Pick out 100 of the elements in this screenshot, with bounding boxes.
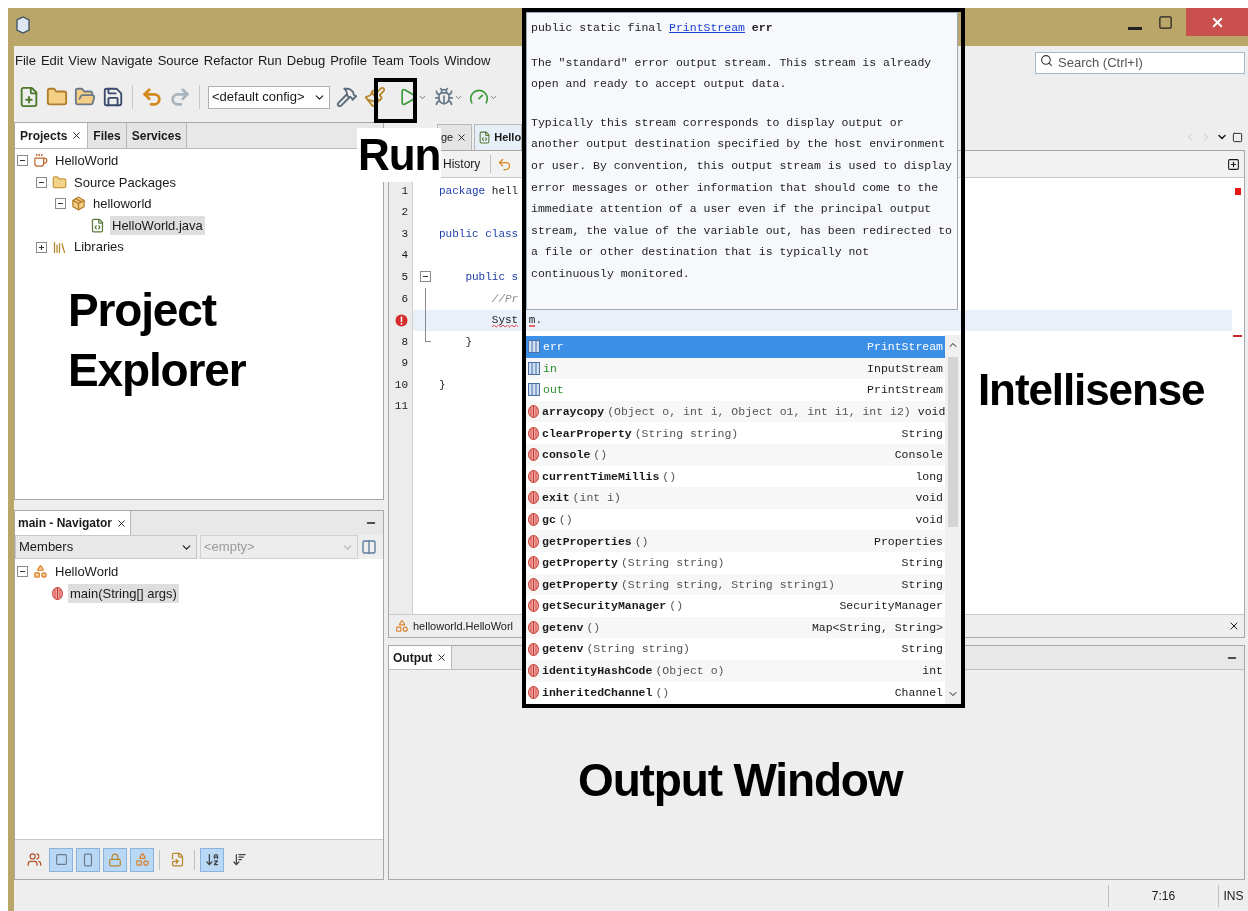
history-tab[interactable]: History: [439, 155, 485, 173]
sort-alphabetical-icon: [204, 852, 220, 867]
breadcrumb[interactable]: helloworld.HelloWorl: [413, 617, 514, 635]
sort-icon: [231, 852, 247, 867]
tree-item[interactable]: HelloWorld: [53, 562, 121, 582]
panel-tab[interactable]: Files: [88, 123, 127, 148]
menu-item[interactable]: Window: [444, 51, 491, 71]
back-icon[interactable]: [497, 156, 513, 172]
split-icon[interactable]: [1227, 157, 1240, 171]
line-number: 3: [401, 226, 408, 242]
javadoc-signature: public static final PrintStream err: [531, 20, 774, 36]
method-icon: [528, 448, 539, 462]
menu-item[interactable]: Tools: [408, 51, 440, 71]
tree-item[interactable]: HelloWorld.java: [110, 215, 205, 236]
menu-item[interactable]: Team: [372, 51, 404, 71]
error-marker[interactable]: [1235, 188, 1241, 195]
columns-icon[interactable]: [361, 539, 377, 555]
filter-toggle-button[interactable]: [103, 847, 127, 872]
menu-item[interactable]: Profile: [330, 51, 367, 71]
close-icon[interactable]: [1228, 620, 1240, 632]
filter-toggle-button[interactable]: [130, 847, 154, 872]
method-icon: [528, 513, 539, 527]
app-logo-icon: [16, 16, 30, 34]
search-field[interactable]: Search (Ctrl+I): [1035, 51, 1245, 74]
brush-icon[interactable]: [364, 86, 386, 108]
bug-icon[interactable]: [434, 87, 454, 107]
method-icon: [528, 642, 539, 656]
code-line: }: [438, 377, 446, 393]
tree-item[interactable]: HelloWorld: [53, 151, 121, 171]
menu-item[interactable]: View: [68, 51, 97, 71]
javadoc-paragraph: Typically this stream corresponds to display output or another output destination specified by the host environment or user. By convention, this output stream is used to display error messages or other information that should come to the immediate attention of a user even if the principal output stream, the value of the variable out, has been redirected to a file or other destination that is typically not continuously monitored.: [531, 114, 953, 282]
package-icon: [71, 196, 86, 212]
completion-item[interactable]: getProperty (String string, String string1) String: [526, 573, 945, 596]
gauge-icon[interactable]: [469, 87, 489, 107]
close-button[interactable]: [1186, 8, 1248, 36]
completion-item[interactable]: console () Console: [526, 443, 945, 466]
menu-item[interactable]: Source: [157, 51, 199, 71]
panel-tab[interactable]: Output: [389, 646, 453, 669]
completion-item[interactable]: getenv () Map<String, String>: [526, 616, 945, 639]
annotation-label: Output Window: [578, 753, 903, 808]
menu-item[interactable]: Refactor: [203, 51, 253, 71]
completion-item[interactable]: identityHashCode (Object o) int: [526, 659, 945, 682]
code-line: //Pr: [490, 291, 519, 307]
tree-item[interactable]: main(String[] args): [68, 583, 179, 604]
completion-item[interactable]: getProperties () Properties: [526, 530, 945, 552]
config-dropdown[interactable]: <default config>: [208, 85, 330, 109]
completion-item[interactable]: exit (int i) void: [526, 487, 945, 509]
maximize-icon: [1157, 14, 1173, 30]
members-dropdown[interactable]: Members: [15, 535, 197, 559]
editor-tab[interactable]: Hello: [474, 124, 523, 150]
expand-toggle-icon[interactable]: [36, 176, 47, 188]
close-icon[interactable]: [436, 652, 448, 663]
tree-item[interactable]: helloworld: [91, 194, 154, 214]
method-icon: [528, 685, 539, 699]
scrollbar[interactable]: [945, 335, 961, 704]
menu-item[interactable]: Debug: [286, 51, 326, 71]
line-number: 10: [394, 377, 408, 393]
close-icon[interactable]: [71, 130, 83, 141]
menu-item[interactable]: Edit: [40, 51, 64, 71]
filter-toggle-button[interactable]: [200, 847, 224, 872]
javadoc-paragraph: The "standard" error output stream. This stream is already open and ready to accept output data.: [531, 54, 933, 93]
save-icon[interactable]: [102, 86, 124, 108]
menu-item[interactable]: Run: [257, 51, 282, 71]
error-marker[interactable]: [1233, 335, 1242, 337]
error-icon: [395, 313, 408, 327]
code-line: public class: [438, 226, 519, 242]
search-icon: [1040, 54, 1053, 67]
panel-tab[interactable]: Projects: [15, 123, 89, 148]
expand-toggle-icon[interactable]: [17, 566, 28, 578]
open-folder-icon[interactable]: [74, 86, 96, 108]
hammer-icon[interactable]: [336, 86, 358, 108]
editor-tab[interactable]: ge: [437, 124, 473, 150]
method-icon: [528, 405, 539, 419]
undo-icon[interactable]: [141, 86, 163, 108]
expand-toggle-icon[interactable]: [17, 155, 28, 167]
method-icon: [528, 426, 539, 440]
maximize-icon[interactable]: [1232, 131, 1243, 143]
lock-icon: [108, 852, 122, 867]
filter-toggle-button[interactable]: [49, 847, 73, 872]
completion-item[interactable]: in InputStream: [526, 357, 945, 380]
line-number: 5: [401, 269, 408, 285]
completion-item[interactable]: arraycopy (Object o, int i, Object o1, int i1, int i2) void: [526, 400, 945, 423]
filter-toggle-button[interactable]: [76, 847, 100, 872]
type-link[interactable]: PrintStream: [669, 21, 745, 34]
tree-item[interactable]: Source Packages: [72, 172, 178, 193]
panel-tab[interactable]: main - Navigator: [15, 511, 132, 535]
folder-icon: [52, 174, 67, 190]
line-number: 8: [401, 334, 408, 350]
new-file-icon[interactable]: [18, 86, 40, 108]
tree-item[interactable]: Libraries: [72, 237, 126, 257]
new-folder-icon[interactable]: [46, 86, 68, 108]
menu-item[interactable]: File: [15, 51, 36, 71]
line-number: 4: [401, 248, 408, 264]
close-icon[interactable]: [456, 132, 468, 143]
menu-item[interactable]: Navigate: [101, 51, 153, 71]
expand-toggle-icon[interactable]: [36, 241, 47, 253]
expand-toggle-icon[interactable]: [55, 198, 66, 210]
panel-tab[interactable]: Services: [126, 123, 188, 148]
method-icon: [528, 599, 539, 613]
close-icon[interactable]: [116, 517, 128, 529]
